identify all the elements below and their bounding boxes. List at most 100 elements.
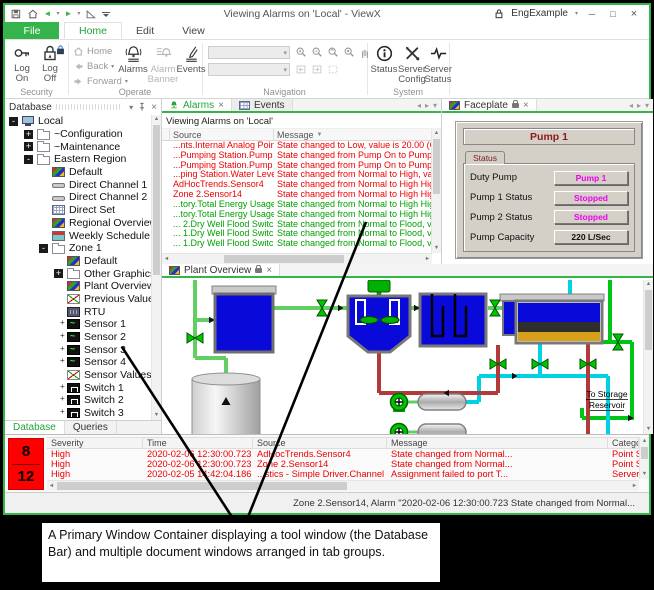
home-icon[interactable]: [27, 8, 39, 20]
alarm-list-hscrollbar[interactable]: ◄ ►: [162, 253, 432, 264]
navigate-forward-frame-icon[interactable]: [311, 63, 323, 75]
tree-item[interactable]: Sensor 3: [5, 343, 151, 356]
events-button[interactable]: Events: [179, 43, 203, 87]
alarm-list-vscrollbar[interactable]: ▲ ▼: [431, 129, 441, 253]
alarms-button[interactable]: Alarms: [119, 43, 147, 87]
alarm-banner-button[interactable]: Alarm Banner: [147, 43, 179, 87]
database-panel-header[interactable]: Database ▾ ×: [5, 99, 161, 115]
tree-item[interactable]: Default: [5, 255, 151, 268]
alarm-row[interactable]: ...ping Station.Water Level State change…: [162, 170, 432, 180]
scrollbar-thumb[interactable]: [645, 290, 652, 350]
banner-alarm-row[interactable]: High 2020-02-05 14:42:04.186 ...stics - …: [47, 469, 639, 479]
tree-item[interactable]: Zone 1: [5, 242, 151, 255]
tree-item[interactable]: Sensor Values: [5, 369, 151, 382]
alarm-row[interactable]: ... 1.Dry Well Flood Switch State change…: [162, 239, 432, 249]
column-source[interactable]: Source: [170, 129, 274, 140]
home-button[interactable]: Home: [73, 45, 112, 58]
database-tree-scrollbar[interactable]: ▲ ▼: [151, 115, 161, 420]
banner-alarm-row[interactable]: High 2020-02-06 12:30:00.723 AdHocTrends…: [47, 449, 639, 459]
alarm-row[interactable]: ...Pumping Station.Pump 2 State changed …: [162, 161, 432, 171]
faceplate-value-button[interactable]: Stopped: [554, 210, 628, 224]
scroll-down-icon[interactable]: ▼: [432, 244, 441, 253]
tree-item[interactable]: Weekly Schedule: [5, 229, 151, 242]
tree-expander-icon[interactable]: [24, 155, 33, 164]
navigation-combo-1[interactable]: ▾: [208, 46, 290, 59]
session-lock-icon[interactable]: [55, 44, 66, 55]
tree-item[interactable]: Switch 2: [5, 394, 151, 407]
tree-item[interactable]: Eastern Region: [5, 153, 151, 166]
zoom-in-icon[interactable]: [295, 46, 307, 58]
tree-item[interactable]: Regional Overview: [5, 217, 151, 230]
banner-vscrollbar[interactable]: ▲ ▼: [639, 437, 649, 479]
tree-expander-icon[interactable]: [54, 269, 63, 278]
tree-item[interactable]: Direct Set: [5, 204, 151, 217]
tree-item[interactable]: Direct Channel 1: [5, 178, 151, 191]
tree-item[interactable]: Local: [5, 115, 151, 128]
scroll-down-icon[interactable]: ▼: [640, 470, 649, 479]
tree-expander-icon[interactable]: [24, 142, 33, 151]
tree-expander-icon[interactable]: [9, 117, 18, 126]
faceplate-value-button[interactable]: Stopped: [554, 191, 628, 205]
scroll-right-icon[interactable]: ►: [423, 254, 432, 264]
faceplate-status-tab[interactable]: Status: [465, 151, 505, 164]
minimize-button[interactable]: ─: [585, 9, 599, 19]
scroll-left-icon[interactable]: ◄: [162, 254, 171, 264]
alarm-row[interactable]: Zone 2.Sensor14 State changed from Norma…: [162, 190, 432, 200]
tab-queries[interactable]: Queries: [65, 421, 117, 434]
alarm-row[interactable]: ...Pumping Station.Pump 1 State changed …: [162, 151, 432, 161]
tab-list-icon[interactable]: ▾: [433, 101, 437, 110]
tree-item[interactable]: Switch 1: [5, 381, 151, 394]
close-tab-icon[interactable]: ×: [523, 100, 529, 111]
tab-events[interactable]: Events: [232, 99, 293, 111]
column-source[interactable]: Source: [253, 438, 387, 448]
back-dropdown-icon[interactable]: ▾: [56, 11, 59, 17]
account-dropdown-icon[interactable]: ▾: [575, 11, 578, 17]
alarm-row[interactable]: ...tory.Total Energy Usage State changed…: [162, 210, 432, 220]
tab-plant-overview[interactable]: Plant Overview ×: [162, 264, 280, 276]
scroll-down-icon[interactable]: ▼: [152, 411, 161, 420]
back-button[interactable]: Back▾: [73, 60, 114, 73]
tree-item[interactable]: Sensor 2: [5, 331, 151, 344]
banner-hscrollbar[interactable]: ◄ ►: [47, 480, 639, 491]
scroll-right-icon[interactable]: ►: [630, 481, 639, 491]
tree-expander-icon[interactable]: [39, 244, 48, 253]
column-time[interactable]: Time: [143, 438, 253, 448]
column-message[interactable]: Message: [387, 438, 608, 448]
tree-item[interactable]: Sensor 1: [5, 318, 151, 331]
panel-close-icon[interactable]: ×: [151, 102, 157, 113]
column-category[interactable]: Category: [608, 438, 639, 448]
scrollbar-thumb[interactable]: [433, 139, 440, 194]
selection-area-icon[interactable]: [327, 63, 339, 75]
close-tab-icon[interactable]: ×: [218, 100, 224, 111]
tab-scroll-left-icon[interactable]: ◂: [417, 101, 421, 110]
tab-edit[interactable]: Edit: [122, 22, 168, 39]
tab-list-icon[interactable]: ▾: [645, 101, 649, 110]
scrollbar-thumb[interactable]: [153, 125, 160, 275]
column-severity[interactable]: Severity: [47, 438, 143, 448]
tab-scroll-right-icon[interactable]: ▸: [425, 101, 429, 110]
plant-mimic-canvas[interactable]: To Storage Reservoir: [162, 280, 643, 434]
tab-faceplate[interactable]: Faceplate ×: [442, 99, 537, 111]
banner-alarm-row[interactable]: High 2020-02-06 12:30:00.723 Zone 2.Sens…: [47, 459, 639, 469]
alarm-row[interactable]: ...tory.Total Energy Usage State changed…: [162, 200, 432, 210]
tab-database[interactable]: Database: [5, 421, 65, 434]
tree-item[interactable]: ~Maintenance: [5, 140, 151, 153]
forward-icon[interactable]: ►: [64, 10, 72, 18]
server-config-button[interactable]: Server Config: [397, 43, 427, 87]
server-status-button[interactable]: Server Status: [425, 43, 451, 87]
faceplate-value-button[interactable]: 220 L/Sec: [554, 230, 628, 244]
forward-dropdown-icon[interactable]: ▾: [77, 11, 80, 17]
tab-home[interactable]: Home: [64, 22, 122, 39]
scroll-up-icon[interactable]: ▲: [640, 437, 649, 446]
scroll-up-icon[interactable]: ▲: [152, 115, 161, 124]
tree-item[interactable]: Switch 3: [5, 407, 151, 420]
tree-item[interactable]: Other Graphics: [5, 267, 151, 280]
alarm-count-box[interactable]: 8 12: [8, 438, 44, 490]
scroll-left-icon[interactable]: ◄: [47, 481, 56, 491]
pin-icon[interactable]: [138, 102, 146, 112]
scroll-up-icon[interactable]: ▲: [644, 280, 653, 289]
customize-toolbar-icon[interactable]: [102, 12, 110, 16]
tree-item[interactable]: Plant Overview: [5, 280, 151, 293]
log-on-button[interactable]: Log On: [7, 43, 37, 87]
plant-vscrollbar[interactable]: ▲ ▼: [643, 280, 653, 434]
